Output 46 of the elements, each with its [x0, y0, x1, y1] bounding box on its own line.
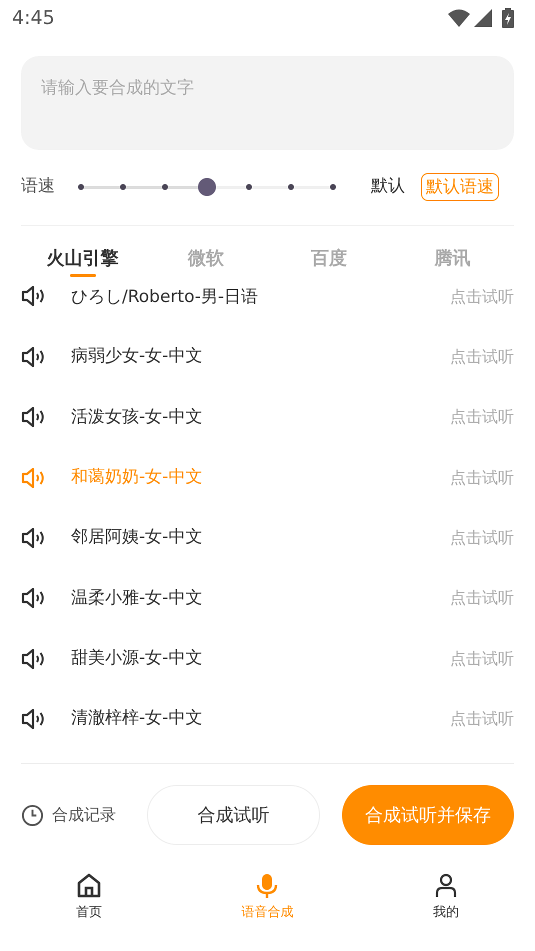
history-button[interactable]: 合成记录 — [21, 803, 116, 828]
signal-icon — [474, 9, 492, 27]
voice-item[interactable]: 邻居阿姨-女-中文 点击试听 — [21, 508, 514, 568]
engine-tab[interactable]: 百度 — [311, 244, 348, 274]
preview-link[interactable]: 点击试听 — [450, 405, 514, 430]
preview-link[interactable]: 点击试听 — [450, 526, 514, 550]
voice-name: 甜美小源-女-中文 — [71, 646, 204, 670]
voice-name: 邻居阿姨-女-中文 — [71, 526, 204, 550]
preview-link[interactable]: 点击试听 — [450, 646, 514, 671]
voice-item[interactable]: 活泼女孩-女-中文 点击试听 — [21, 387, 514, 448]
preview-link[interactable]: 点击试听 — [450, 285, 514, 309]
preview-link[interactable]: 点击试听 — [450, 466, 514, 490]
preview-link[interactable]: 点击试听 — [450, 345, 514, 370]
voice-item[interactable]: 甜美小源-女-中文 点击试听 — [21, 628, 514, 689]
voice-item[interactable]: 和蔼奶奶-女-中文 点击试听 — [21, 448, 514, 508]
voice-name: 和蔼奶奶-女-中文 — [71, 466, 204, 489]
slider-thumb[interactable] — [198, 178, 216, 196]
voice-item[interactable]: 清澈梓梓-女-中文 点击试听 — [21, 688, 514, 750]
engine-tab[interactable]: 火山引擎 — [46, 244, 119, 274]
default-speed-button[interactable]: 默认语速 — [421, 173, 499, 201]
nav-tab[interactable]: 语音合成 — [241, 872, 294, 923]
clock-icon — [21, 804, 44, 827]
voice-name: ひろし/Roberto-男-日语 — [71, 286, 260, 309]
text-input-field[interactable]: 请输入要合成的文字 — [21, 56, 514, 150]
voice-name: 活泼女孩-女-中文 — [71, 406, 204, 429]
voice-item[interactable]: ひろし/Roberto-男-日语 点击试听 — [21, 277, 514, 327]
preview-link[interactable]: 点击试听 — [450, 586, 514, 610]
wifi-icon — [448, 9, 470, 27]
engine-tab[interactable]: 腾讯 — [434, 244, 470, 274]
engine-tab[interactable]: 微软 — [188, 244, 224, 274]
voice-name: 病弱少女-女-中文 — [71, 345, 204, 368]
status-time: 4:45 — [12, 6, 55, 31]
speed-value: 默认 — [371, 175, 405, 198]
preview-link[interactable]: 点击试听 — [450, 706, 514, 731]
nav-tab[interactable]: 首页 — [75, 872, 104, 923]
voice-name: 温柔小雅-女-中文 — [71, 586, 204, 610]
home-icon — [75, 872, 104, 900]
voice-name: 清澈梓梓-女-中文 — [71, 707, 204, 730]
battery-icon — [502, 8, 514, 28]
voice-item[interactable]: 病弱少女-女-中文 点击试听 — [21, 327, 514, 388]
voice-item[interactable]: 温柔小雅-女-中文 点击试听 — [21, 568, 514, 628]
nav-tab[interactable]: 我的 — [432, 872, 460, 923]
preview-button[interactable]: 合成试听 — [147, 785, 320, 846]
save-button[interactable]: 合成试听并保存 — [342, 785, 514, 846]
tab-indicator — [70, 274, 96, 277]
speed-label: 语速 — [21, 175, 56, 198]
